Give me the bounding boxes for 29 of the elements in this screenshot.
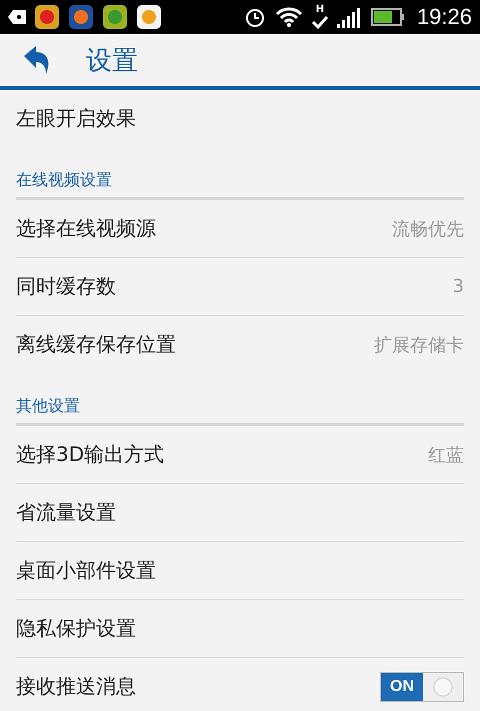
setting-value: 3 [452, 276, 464, 297]
setting-label[interactable]: 省流量设置 [16, 499, 116, 526]
section-title: 其他设置 [16, 396, 80, 417]
section-title: 在线视频设置 [16, 170, 112, 191]
knob-icon [433, 676, 453, 696]
battery-icon [370, 7, 405, 27]
signal-icon [336, 6, 363, 28]
wifi-icon [274, 6, 303, 28]
setting-label[interactable]: 选择在线视频源 [16, 215, 156, 242]
clock-time: 19:26 [416, 4, 472, 30]
setting-label[interactable]: 选择3D输出方式 [16, 441, 164, 468]
network-type: H [316, 5, 324, 15]
setting-label[interactable]: 离线缓存保存位置 [16, 331, 176, 358]
check-icon [310, 15, 329, 29]
setting-value: 扩展存储卡 [374, 334, 464, 356]
app-icon [68, 4, 94, 30]
app-icon [34, 4, 60, 30]
setting-value: 流畅优先 [392, 218, 464, 240]
toggle-switch[interactable]: ON [380, 672, 464, 702]
setting-value: 红蓝 [428, 444, 464, 466]
page-title: 设置 [86, 44, 138, 78]
notification-icon [8, 10, 26, 24]
app-icon [136, 4, 162, 30]
app-icon [102, 4, 128, 30]
setting-label[interactable]: 同时缓存数 [16, 273, 116, 300]
setting-label: 接收推送消息 [16, 673, 136, 700]
setting-label[interactable]: 桌面小部件设置 [16, 557, 156, 584]
setting-label[interactable]: 隐私保护设置 [16, 615, 136, 642]
setting-label[interactable]: 左眼开启效果 [16, 105, 136, 132]
